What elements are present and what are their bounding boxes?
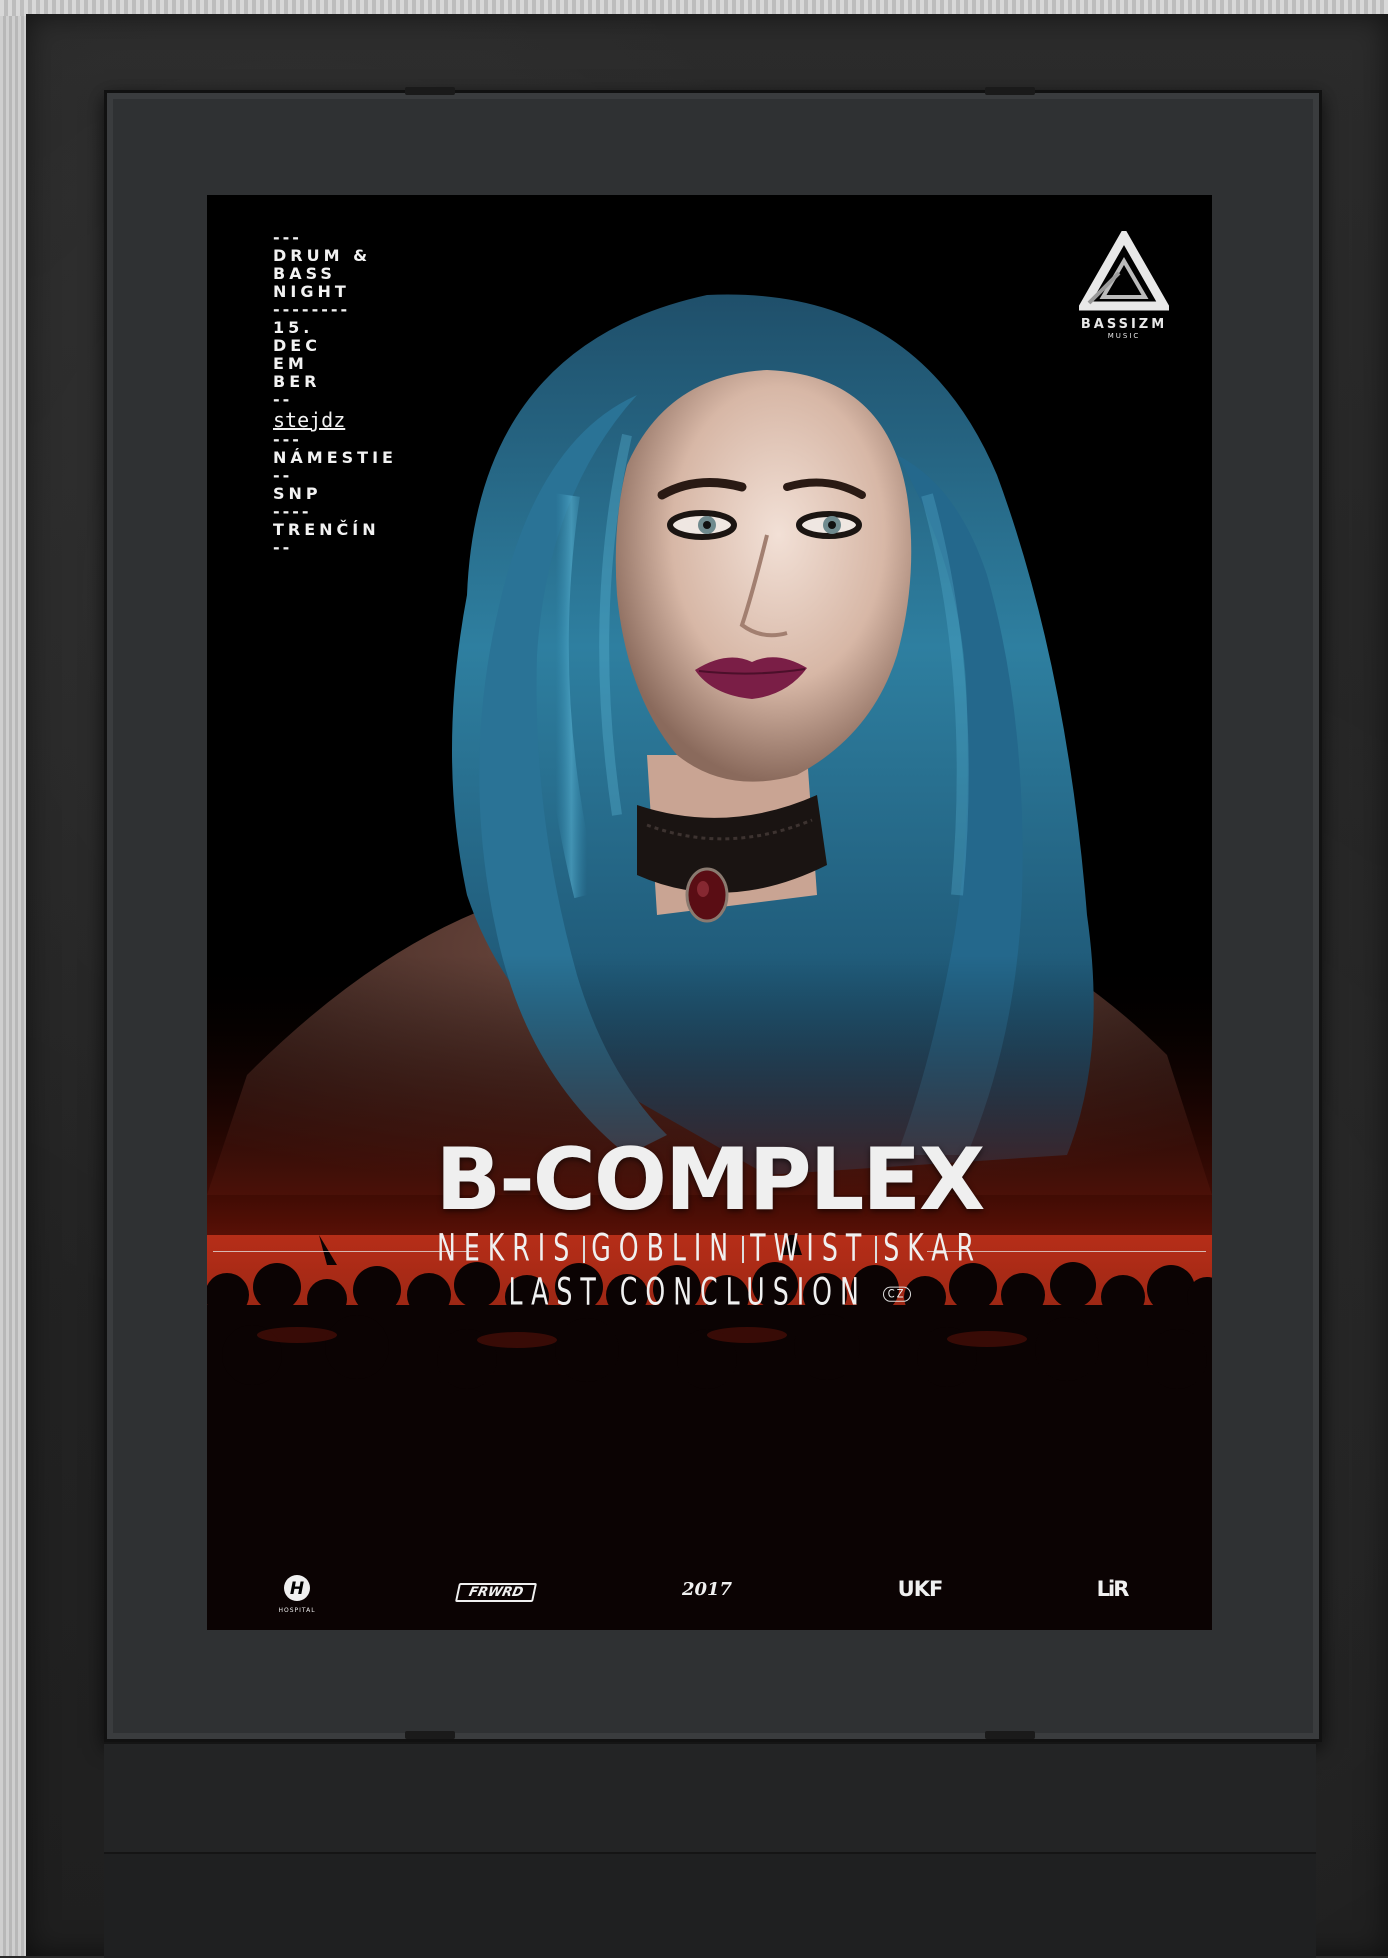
- divider: ----: [273, 502, 312, 521]
- headliner-title: B-COMPLEX: [435, 1130, 986, 1230]
- brand-subtitle: MUSIC: [1107, 332, 1141, 340]
- divider: --: [273, 466, 293, 485]
- frame-clip: [405, 1731, 455, 1739]
- divider: ---: [273, 228, 302, 247]
- support-act: SKAR: [883, 1225, 982, 1270]
- cabinet-lower-panel: [104, 1742, 1316, 1854]
- support-act: LAST CONCLUSION: [508, 1269, 867, 1314]
- ukf-logo: UKF: [897, 1577, 944, 1601]
- separator: [875, 1236, 878, 1264]
- venue-logo: stejdz: [273, 408, 346, 432]
- separator: [742, 1236, 745, 1264]
- hospital-h-icon: H: [284, 1575, 310, 1601]
- city-line: TRENČÍN: [273, 520, 380, 539]
- frame-clip: [985, 87, 1035, 95]
- svg-text:H: H: [290, 1579, 304, 1599]
- hospital-logo: H HOSPITAL: [267, 1573, 327, 1614]
- brand-logo: BASSIZM MUSIC: [1074, 226, 1174, 340]
- genre-line: DRUM &: [273, 246, 372, 265]
- venue-line: SNP: [273, 484, 322, 503]
- support-acts-row: LAST CONCLUSION CZ: [207, 1269, 1212, 1314]
- triangle-logo-icon: [1076, 226, 1172, 311]
- country-tag: CZ: [882, 1285, 911, 1302]
- cabinet-base-panel: [104, 1852, 1316, 1958]
- year-logo: 2017: [681, 1579, 733, 1600]
- support-act: NEKRIS: [437, 1225, 578, 1270]
- separator: [583, 1236, 586, 1264]
- date-line: 15.: [273, 318, 314, 337]
- divider: --: [273, 390, 293, 409]
- event-poster: --- DRUM & BASS NIGHT -------- 15. DEC E…: [207, 195, 1212, 1630]
- divider: --------: [273, 300, 351, 319]
- sponsor-logos: H HOSPITAL FRWRD 2017 UKF LiR: [207, 1573, 1212, 1614]
- sponsor-label: HOSPITAL: [278, 1607, 316, 1614]
- support-acts-row: NEKRIS GOBLIN TWIST SKAR: [207, 1225, 1212, 1270]
- venue-line: NÁMESTIE: [273, 448, 397, 467]
- genre-line: NIGHT: [273, 282, 350, 301]
- support-act: GOBLIN: [591, 1225, 737, 1270]
- lir-logo: LiR: [1096, 1577, 1130, 1601]
- date-line: BER: [273, 372, 321, 391]
- support-act: TWIST: [750, 1225, 870, 1270]
- date-line: EM: [273, 354, 308, 373]
- date-line: DEC: [273, 336, 321, 355]
- divider: --: [273, 538, 293, 557]
- frwrd-logo: FRWRD: [454, 1583, 538, 1602]
- brand-name: BASSIZM: [1080, 317, 1168, 332]
- frame-clip: [405, 87, 455, 95]
- divider: ---: [273, 430, 302, 449]
- frame-clip: [985, 1731, 1035, 1739]
- event-info: --- DRUM & BASS NIGHT -------- 15. DEC E…: [273, 229, 413, 557]
- genre-line: BASS: [273, 264, 336, 283]
